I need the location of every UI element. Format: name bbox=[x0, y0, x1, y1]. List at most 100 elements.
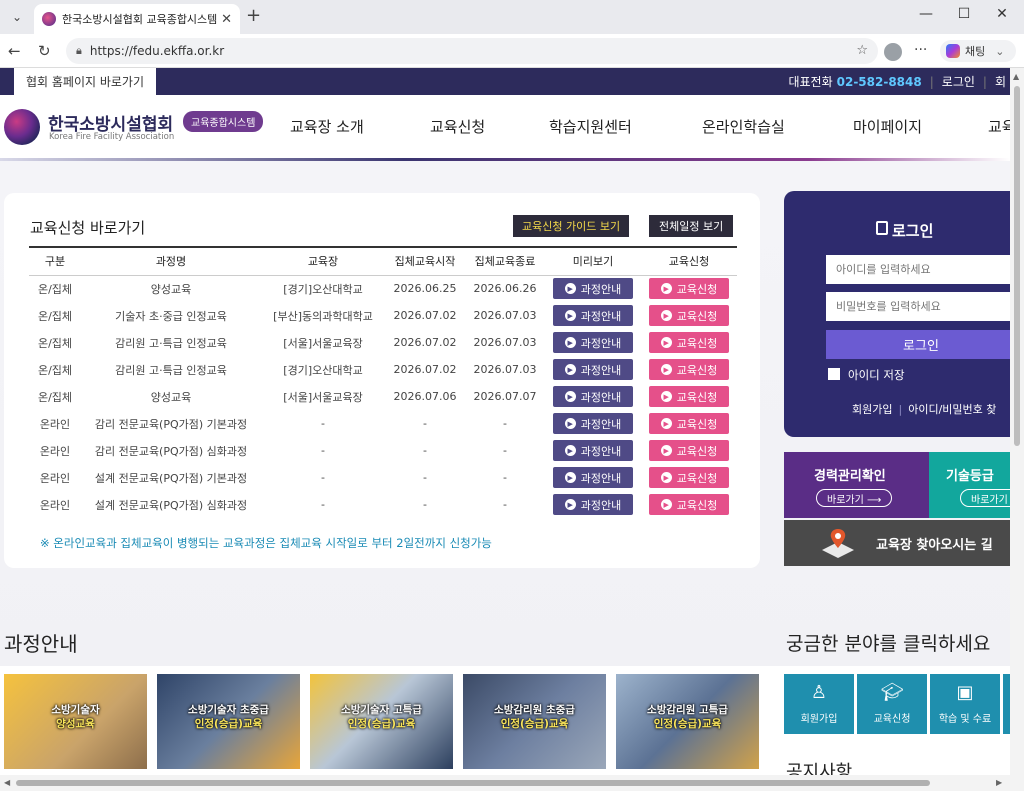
course-info-label: 과정안내 bbox=[580, 498, 622, 512]
remember-id-label[interactable]: 아이디 저장 bbox=[848, 367, 905, 383]
skill-shortcut-button[interactable]: 바로가기 bbox=[960, 489, 1010, 507]
course-info-label: 과정안내 bbox=[580, 444, 622, 458]
new-tab-icon[interactable]: + bbox=[246, 7, 261, 25]
career-shortcut-button[interactable]: 바로가기 ⟶ bbox=[816, 489, 893, 507]
maximize-icon[interactable]: ☐ bbox=[954, 6, 974, 22]
horizontal-scrollbar[interactable]: ◀ ▶ bbox=[0, 775, 1024, 791]
directions-banner[interactable]: 교육장 찾아오시는 길 bbox=[784, 520, 1010, 566]
column-header: 과정명 bbox=[81, 246, 261, 276]
field-apply-button[interactable]: 🎓︎ 교육신청 bbox=[857, 674, 927, 734]
apply-button[interactable]: ▶ 교육신청 bbox=[649, 386, 729, 407]
course-info-button[interactable]: ▶ 과정안내 bbox=[553, 332, 633, 353]
apply-label: 교육신청 bbox=[676, 390, 718, 404]
course-info-button[interactable]: ▶ 과정안내 bbox=[553, 440, 633, 461]
play-icon: ▶ bbox=[564, 445, 576, 456]
more-options-icon[interactable]: ··· bbox=[914, 42, 927, 58]
association-home-link[interactable]: 협회 홈페이지 바로가기 bbox=[14, 68, 156, 95]
course-info-button[interactable]: ▶ 과정안내 bbox=[553, 305, 633, 326]
table-row: 온/집체 양성교육 [경기]오산대학교 2026.06.25 2026.06.26 ▶ 과정… bbox=[29, 275, 737, 302]
address-bar[interactable]: 🔒︎ https://fedu.ekffa.or.kr ☆ bbox=[66, 38, 878, 64]
back-arrow-icon[interactable]: ← bbox=[8, 42, 21, 60]
apply-button[interactable]: ▶ 교육신청 bbox=[649, 332, 729, 353]
skill-grade-tile[interactable]: 기술등급 바로가기 bbox=[929, 452, 1010, 518]
course-info-button[interactable]: ▶ 과정안내 bbox=[553, 359, 633, 380]
apply-notice: ※ 온라인교육과 집체교육이 병행되는 교육과정은 집체교육 시작일로 부터 2… bbox=[40, 536, 492, 550]
close-window-icon[interactable]: ✕ bbox=[992, 6, 1012, 22]
cell-preview: ▶ 과정안내 bbox=[545, 383, 641, 410]
cell-course: 설계 전문교육(PQ가점) 심화과정 bbox=[94, 498, 248, 512]
play-icon: ▶ bbox=[660, 283, 672, 295]
course-info-button[interactable]: ▶ 과정안내 bbox=[553, 413, 633, 434]
scroll-up-icon[interactable]: ▲ bbox=[1013, 72, 1019, 81]
copilot-chat-button[interactable]: 채팅 ⌄ bbox=[940, 40, 1016, 62]
remember-id-checkbox[interactable] bbox=[828, 368, 840, 380]
cell-course: 감리 전문교육(PQ가점) 기본과정 bbox=[94, 417, 248, 431]
close-tab-icon[interactable]: ✕ bbox=[221, 12, 232, 27]
signup-link[interactable]: 회 bbox=[995, 73, 1006, 90]
apply-button[interactable]: ▶ 교육신청 bbox=[649, 359, 729, 380]
course-info-label: 과정안내 bbox=[580, 309, 622, 323]
chevron-down-icon: ⌄ bbox=[995, 44, 1005, 58]
career-check-tile[interactable]: 경력관리확인 바로가기 ⟶ bbox=[784, 452, 929, 518]
cell-preview: ▶ 과정안내 bbox=[545, 356, 641, 383]
find-account-link[interactable]: 아이디/비밀번호 찾 bbox=[908, 403, 996, 416]
page-viewport: 협회 홈페이지 바로가기 대표전화 02-582-8848 | 로그인 | 회 … bbox=[0, 68, 1010, 775]
course-card-supervisor-high[interactable]: 소방감리원 고특급 인정(승급)교육 bbox=[616, 674, 759, 769]
password-input[interactable] bbox=[826, 292, 1010, 321]
apply-button[interactable]: ▶ 교육신청 bbox=[649, 440, 729, 461]
course-card-engineer-high[interactable]: 소방기술자 고특급 인정(승급)교육 bbox=[310, 674, 453, 769]
gnb-item-mypage[interactable]: 마이페이지 bbox=[853, 116, 922, 137]
course-info-button[interactable]: ▶ 과정안내 bbox=[553, 467, 633, 488]
scroll-left-icon[interactable]: ◀ bbox=[4, 778, 10, 787]
login-button[interactable]: 로그인 bbox=[826, 330, 1010, 359]
course-card-engineer-mid[interactable]: 소방기술자 초중급 인정(승급)교육 bbox=[157, 674, 300, 769]
field-learning-button[interactable]: ▣ 학습 및 수료 bbox=[930, 674, 1000, 734]
scroll-right-icon[interactable]: ▶ bbox=[996, 778, 1002, 787]
apply-button[interactable]: ▶ 교육신청 bbox=[649, 305, 729, 326]
lock-icon: 🔒︎ bbox=[76, 44, 82, 57]
browser-tab[interactable]: 한국소방시설협회 교육종합시스템 ✕ bbox=[34, 4, 240, 34]
gnb-item-online[interactable]: 온라인학습실 bbox=[702, 116, 785, 137]
tab-list-chevron-icon[interactable]: ⌄ bbox=[6, 7, 28, 27]
user-id-input[interactable] bbox=[826, 255, 1010, 284]
vertical-scrollbar[interactable]: ▲ bbox=[1010, 68, 1024, 775]
reload-icon[interactable]: ↻ bbox=[38, 42, 51, 60]
signup-link[interactable]: 회원가입 bbox=[852, 403, 892, 416]
gnb-item-support[interactable]: 학습지원센터 bbox=[549, 116, 632, 137]
field-more-button[interactable] bbox=[1003, 674, 1010, 734]
apply-button[interactable]: ▶ 교육신청 bbox=[649, 494, 729, 515]
cell-type: 온/집체 bbox=[37, 309, 73, 323]
full-schedule-button[interactable]: 전체일정 보기 bbox=[649, 215, 734, 237]
gnb-item-venue[interactable]: 교육장 소개 bbox=[290, 116, 364, 137]
gnb-item-more[interactable]: 교육 bbox=[988, 116, 1010, 137]
course-card-training[interactable]: 소방기술자 양성교육 bbox=[4, 674, 147, 769]
login-link[interactable]: 로그인 bbox=[942, 73, 975, 90]
horizontal-scroll-thumb[interactable] bbox=[16, 780, 930, 786]
cell-type: 온/집체 bbox=[37, 363, 73, 377]
association-logo-icon[interactable] bbox=[4, 109, 40, 145]
apply-guide-button[interactable]: 교육신청 가이드 보기 bbox=[513, 215, 630, 237]
gnb-item-apply[interactable]: 교육신청 bbox=[430, 116, 485, 137]
profile-avatar-icon[interactable] bbox=[884, 43, 902, 61]
column-header: 교육신청 bbox=[641, 246, 737, 276]
cell-course: 감리원 고·특급 인정교육 bbox=[115, 363, 227, 377]
course-info-button[interactable]: ▶ 과정안내 bbox=[553, 494, 633, 515]
field-signup-button[interactable]: ♙ 회원가입 bbox=[784, 674, 854, 734]
play-icon: ▶ bbox=[564, 391, 576, 402]
course-card-supervisor-mid[interactable]: 소방감리원 초중급 인정(승급)교육 bbox=[463, 674, 606, 769]
cell-apply: ▶ 교육신청 bbox=[641, 464, 737, 491]
course-info-label: 과정안내 bbox=[580, 471, 622, 485]
utility-bar: 협회 홈페이지 바로가기 대표전화 02-582-8848 | 로그인 | 회 bbox=[0, 68, 1010, 95]
apply-button[interactable]: ▶ 교육신청 bbox=[649, 413, 729, 434]
phone-label: 대표전화 bbox=[788, 75, 833, 89]
course-info-label: 과정안내 bbox=[580, 417, 622, 431]
apply-button[interactable]: ▶ 교육신청 bbox=[649, 467, 729, 488]
minimize-icon[interactable]: — bbox=[916, 6, 936, 22]
apply-button[interactable]: ▶ 교육신청 bbox=[649, 278, 729, 300]
vertical-scroll-thumb[interactable] bbox=[1014, 86, 1020, 446]
favorite-star-icon[interactable]: ☆ bbox=[856, 43, 868, 58]
cell-apply: ▶ 교육신청 bbox=[641, 329, 737, 356]
course-info-button[interactable]: ▶ 과정안내 bbox=[553, 278, 633, 300]
course-info-button[interactable]: ▶ 과정안내 bbox=[553, 386, 633, 407]
cell-course: 감리 전문교육(PQ가점) 심화과정 bbox=[94, 444, 248, 458]
